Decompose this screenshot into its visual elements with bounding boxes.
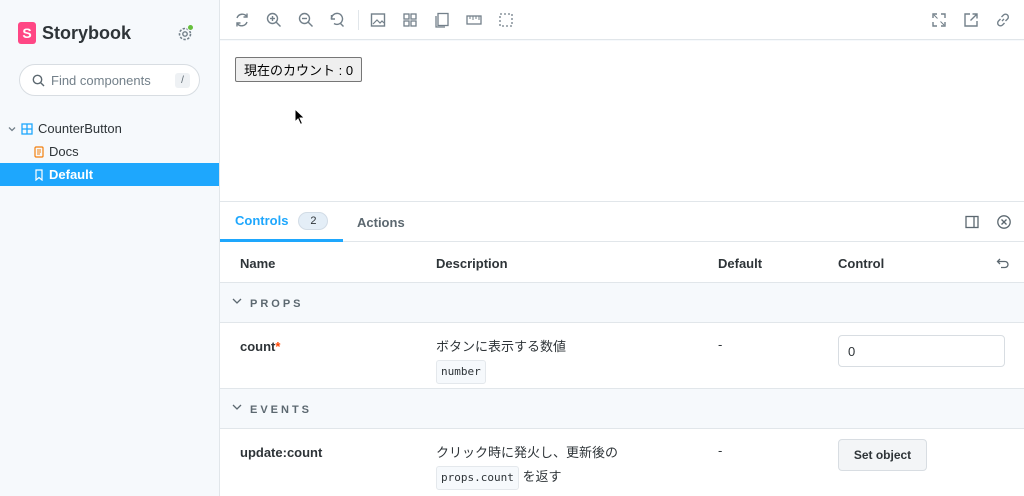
panel-orientation-icon[interactable] xyxy=(964,214,980,230)
count-number-input[interactable] xyxy=(838,335,1005,367)
prop-description: ボタンに表示する数値 number xyxy=(436,337,566,384)
controls-table-header: Name Description Default Control xyxy=(220,242,1024,283)
tree-item-docs[interactable]: Docs xyxy=(0,140,219,163)
tab-label: Actions xyxy=(357,214,405,230)
prop-description-text: ボタンに表示する数値 xyxy=(436,339,567,354)
tree-item-default[interactable]: Default xyxy=(0,163,219,186)
prop-type-badge: number xyxy=(436,360,486,384)
viewport-icon[interactable] xyxy=(433,11,451,29)
search-icon xyxy=(32,74,45,86)
document-icon xyxy=(34,145,44,158)
column-description: Description xyxy=(436,256,508,271)
tab-actions[interactable]: Actions xyxy=(357,202,405,242)
measure-icon[interactable] xyxy=(465,11,483,29)
event-description: クリック時に発火し、更新後の props.count を返す xyxy=(436,443,618,490)
mouse-cursor-icon xyxy=(294,108,306,126)
event-description-suffix: を返す xyxy=(522,469,562,484)
column-name: Name xyxy=(240,256,276,271)
event-code-badge: props.count xyxy=(436,466,519,490)
tree-group-counterbutton[interactable]: CounterButton xyxy=(0,117,219,140)
chevron-down-icon[interactable] xyxy=(232,297,242,305)
storybook-logo: S xyxy=(18,22,36,44)
brand-name: Storybook xyxy=(42,22,132,43)
copy-link-icon[interactable] xyxy=(994,11,1012,29)
bookmark-icon xyxy=(35,168,43,181)
table-row: update:count クリック時に発火し、更新後の props.count … xyxy=(220,429,1024,496)
toolbar-separator xyxy=(358,10,359,30)
fullscreen-icon[interactable] xyxy=(930,11,948,29)
preview-toolbar xyxy=(220,0,1024,40)
prop-default: - xyxy=(718,337,723,352)
addon-panel: Controls 2 Actions Name Description Defa… xyxy=(220,201,1024,496)
table-row: count* ボタンに表示する数値 number - xyxy=(220,323,1024,389)
tree-item-label: Default xyxy=(49,167,94,182)
reload-icon[interactable] xyxy=(233,11,251,29)
addon-tabs: Controls 2 Actions xyxy=(220,202,1024,242)
close-icon[interactable] xyxy=(996,214,1012,230)
tree-group-label: CounterButton xyxy=(38,121,122,136)
search-box[interactable]: / xyxy=(19,64,200,96)
tab-label: Controls xyxy=(235,213,289,228)
prop-name-text: count xyxy=(240,339,276,354)
prop-name: count* xyxy=(240,339,280,354)
tree-item-label: Docs xyxy=(49,144,79,159)
section-props[interactable]: PROPS xyxy=(220,283,1024,323)
counter-button[interactable]: 現在のカウント : 0 xyxy=(235,57,363,82)
grid-icon[interactable] xyxy=(401,11,419,29)
brand[interactable]: S Storybook xyxy=(18,22,131,44)
chevron-down-icon[interactable] xyxy=(8,125,16,133)
chevron-down-icon[interactable] xyxy=(232,403,242,411)
open-new-tab-icon[interactable] xyxy=(962,11,980,29)
controls-count-badge: 2 xyxy=(298,211,329,230)
search-input[interactable] xyxy=(51,72,169,88)
column-default: Default xyxy=(718,256,763,271)
reset-controls-icon[interactable] xyxy=(996,256,1010,270)
background-icon[interactable] xyxy=(369,11,387,29)
component-icon xyxy=(21,122,33,135)
zoom-out-icon[interactable] xyxy=(297,11,315,29)
update-status-dot xyxy=(187,24,194,31)
required-marker: * xyxy=(275,339,281,354)
event-default: - xyxy=(718,443,723,458)
section-label: EVENTS xyxy=(250,404,313,416)
sidebar: S Storybook / CounterButton Docs Default xyxy=(0,0,220,496)
section-events[interactable]: EVENTS xyxy=(220,389,1024,429)
outline-icon[interactable] xyxy=(497,11,515,29)
column-control: Control xyxy=(838,256,885,271)
search-shortcut-badge: / xyxy=(175,72,190,88)
tab-controls[interactable]: Controls 2 xyxy=(220,202,344,242)
set-object-button[interactable]: Set object xyxy=(838,439,927,471)
event-name: update:count xyxy=(240,445,323,460)
section-label: PROPS xyxy=(250,298,304,310)
preview-canvas: 現在のカウント : 0 xyxy=(220,41,1024,201)
zoom-in-icon[interactable] xyxy=(265,11,283,29)
event-description-line1: クリック時に発火し、更新後の xyxy=(436,445,619,460)
story-tree: CounterButton Docs Default xyxy=(0,117,219,186)
zoom-reset-icon[interactable] xyxy=(328,11,346,29)
